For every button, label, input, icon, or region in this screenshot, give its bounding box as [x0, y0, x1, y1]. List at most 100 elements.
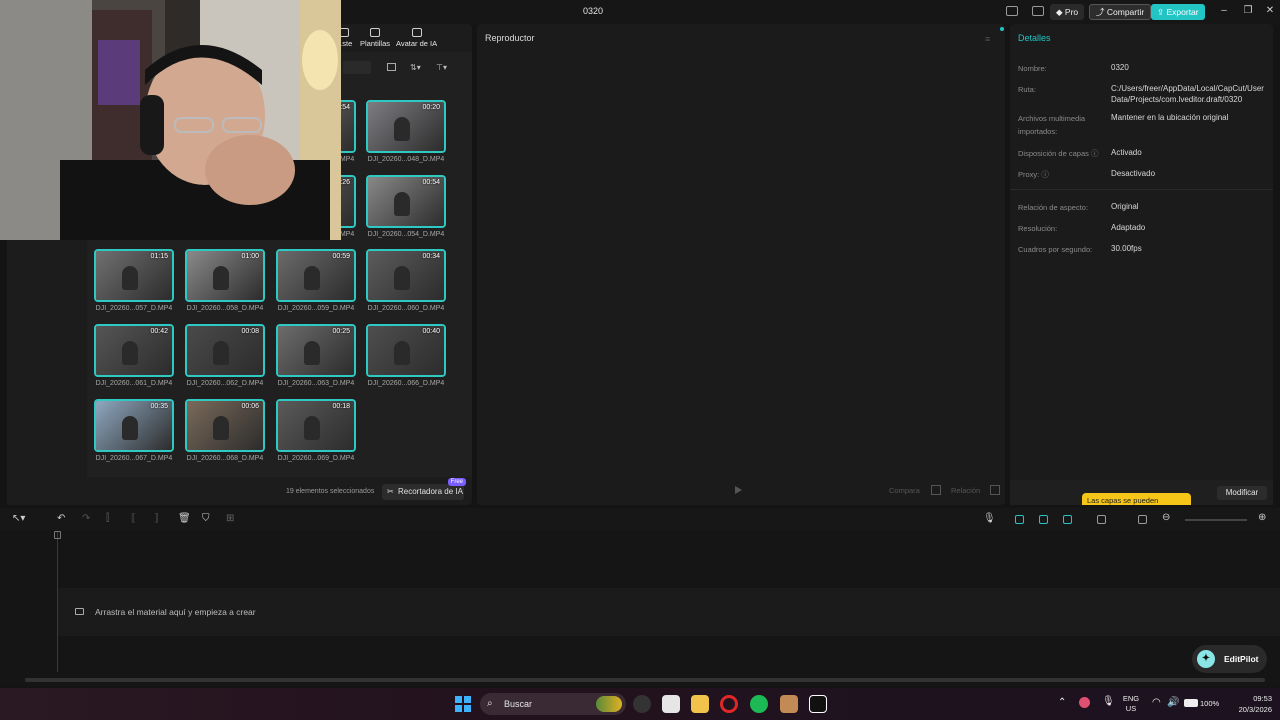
crop-icon[interactable] — [931, 485, 941, 495]
tray-app-icon[interactable] — [1079, 697, 1090, 708]
export-button[interactable]: ⇪ Exportar — [1151, 4, 1205, 20]
clip-figure — [212, 265, 229, 290]
media-clip[interactable]: 01:15 — [94, 249, 174, 302]
copilot-icon[interactable] — [633, 695, 651, 713]
keyboard-layout: US — [1125, 704, 1137, 713]
media-clip[interactable]: 00:54 — [366, 175, 446, 228]
clip-figure — [212, 415, 229, 440]
pro-button[interactable]: ◆ Pro — [1050, 4, 1085, 20]
media-clip[interactable]: 00:42 — [94, 324, 174, 377]
battery-icon[interactable] — [1184, 699, 1198, 707]
tab-templates[interactable]: Plantillas — [360, 28, 390, 48]
spotify-icon[interactable] — [750, 695, 768, 713]
detail-value-path: C:/Users/freer/AppData/Local/CapCut/User… — [1111, 84, 1264, 104]
microphone-tray-icon[interactable]: 🎙 — [1102, 696, 1115, 707]
grid-view-icon[interactable] — [387, 63, 396, 71]
microphone-icon[interactable]: 🎙 — [983, 513, 996, 524]
volume-icon[interactable]: 🔊 — [1167, 697, 1179, 708]
delete-icon[interactable]: 🗑 — [178, 513, 191, 524]
clip-name: DJI_20260...062_D.MP4 — [186, 380, 264, 387]
play-icon[interactable] — [735, 486, 742, 494]
capcut-icon[interactable] — [809, 695, 827, 713]
media-clip[interactable]: 00:18 — [276, 399, 356, 452]
editpilot-button[interactable]: ✦ EditPilot — [1192, 645, 1267, 673]
ai-cutter-button[interactable]: ✂ Recortadora de IA Free — [382, 478, 466, 500]
menu-icon[interactable]: ≡ — [985, 34, 990, 44]
player-panel — [477, 24, 1005, 505]
detail-value-media[interactable]: Mantener en la ubicación original — [1111, 112, 1271, 123]
media-clip[interactable]: 00:59 — [276, 249, 356, 302]
clip-name: DJI_20260...057_D.MP4 — [95, 305, 173, 312]
wifi-icon[interactable]: ◠ — [1152, 697, 1161, 708]
select-tool-icon[interactable]: ↖▾ — [12, 513, 25, 524]
fullscreen-icon[interactable] — [990, 485, 1000, 495]
search-input[interactable] — [343, 61, 371, 74]
media-clip[interactable]: 00:34 — [366, 249, 446, 302]
detail-value-resolution[interactable]: Adaptado — [1111, 222, 1271, 233]
zoom-out-icon[interactable]: ⊖ — [1162, 512, 1170, 523]
split-left-icon[interactable]: ⟦ — [131, 513, 136, 524]
shield-icon[interactable]: ⛉ — [202, 513, 210, 524]
clip-name: DJI_20260...054_D.MP4 — [367, 231, 445, 238]
crop-icon[interactable]: ⊞ — [226, 513, 234, 524]
clip-figure — [303, 415, 320, 440]
windows-start-icon[interactable] — [455, 696, 471, 712]
media-clip[interactable]: 01:00 — [185, 249, 265, 302]
detail-value-fps[interactable]: 30.00fps — [1111, 243, 1271, 254]
media-clip[interactable]: 00:08 — [185, 324, 265, 377]
clip-duration: 00:18 — [332, 403, 350, 410]
clip-duration: 00:35 — [150, 403, 168, 410]
detail-value-proxy[interactable]: Desactivado — [1111, 168, 1271, 179]
media-sidebar — [7, 240, 87, 505]
playhead-handle[interactable] — [54, 531, 61, 539]
detail-value-layers[interactable]: Activado — [1111, 147, 1271, 158]
clock[interactable]: 09:53 20/3/2026 — [1228, 693, 1272, 715]
detail-label-resolution: Resolución: — [1018, 224, 1058, 233]
language-indicator[interactable]: ENG US — [1120, 694, 1142, 714]
clip-duration: 00:08 — [241, 328, 259, 335]
magnet-icon[interactable] — [1039, 515, 1048, 524]
caption-icon[interactable] — [1138, 515, 1147, 524]
sort-icon[interactable]: ⇅▾ — [410, 63, 421, 72]
media-clip[interactable]: 00:20 — [366, 100, 446, 153]
close-icon[interactable]: ✕ — [1264, 5, 1276, 17]
zoom-in-icon[interactable]: ⊕ — [1258, 512, 1266, 523]
file-explorer-icon[interactable] — [691, 695, 709, 713]
store-icon[interactable] — [662, 695, 680, 713]
modify-button[interactable]: Modificar — [1217, 486, 1267, 500]
clip-figure — [303, 340, 320, 365]
snap-icon[interactable] — [1063, 515, 1072, 524]
media-clip[interactable]: 00:35 — [94, 399, 174, 452]
layout-icon[interactable] — [1006, 6, 1018, 16]
tab-ai-avatar[interactable]: Avatar de IA — [396, 28, 437, 48]
ratio-button[interactable]: Relación — [951, 486, 980, 495]
media-clip[interactable]: 00:06 — [185, 399, 265, 452]
media-clip[interactable]: 00:40 — [366, 324, 446, 377]
zoom-slider[interactable] — [1185, 519, 1247, 521]
tab-label: Avatar de IA — [396, 39, 438, 48]
detail-value-aspect[interactable]: Original — [1111, 201, 1271, 212]
split-right-icon[interactable]: ⟧ — [154, 513, 159, 524]
preview-axis-icon[interactable] — [1097, 515, 1106, 524]
clip-figure — [393, 340, 410, 365]
link-icon[interactable] — [1015, 515, 1024, 524]
detail-label-media: Archivos multimedia importados: — [1018, 114, 1086, 136]
taskbar-search[interactable]: ⌕ Buscar — [480, 693, 626, 715]
opera-icon[interactable] — [720, 695, 738, 713]
split-icon[interactable]: ⫿ — [106, 513, 109, 524]
media-clip[interactable]: 00:25 — [276, 324, 356, 377]
game-icon[interactable] — [780, 695, 798, 713]
maximize-icon[interactable]: ❐ — [1242, 5, 1254, 17]
filter-icon[interactable]: ⊤▾ — [436, 63, 447, 72]
details-title: Detalles — [1018, 33, 1051, 43]
timeline-scrollbar[interactable] — [25, 678, 1265, 682]
redo-icon[interactable]: ↷ — [82, 513, 90, 524]
chevron-up-icon[interactable]: ⌃ — [1058, 697, 1066, 708]
editpilot-icon: ✦ — [1197, 650, 1215, 668]
minimize-icon[interactable]: – — [1218, 5, 1230, 17]
compare-button[interactable]: Compara — [889, 486, 920, 495]
player-title: Reproductor — [485, 33, 535, 43]
undo-icon[interactable]: ↶ — [57, 513, 65, 524]
share-button[interactable]: ⤴ Compartir — [1089, 4, 1152, 20]
shortcut-icon[interactable] — [1032, 6, 1044, 16]
